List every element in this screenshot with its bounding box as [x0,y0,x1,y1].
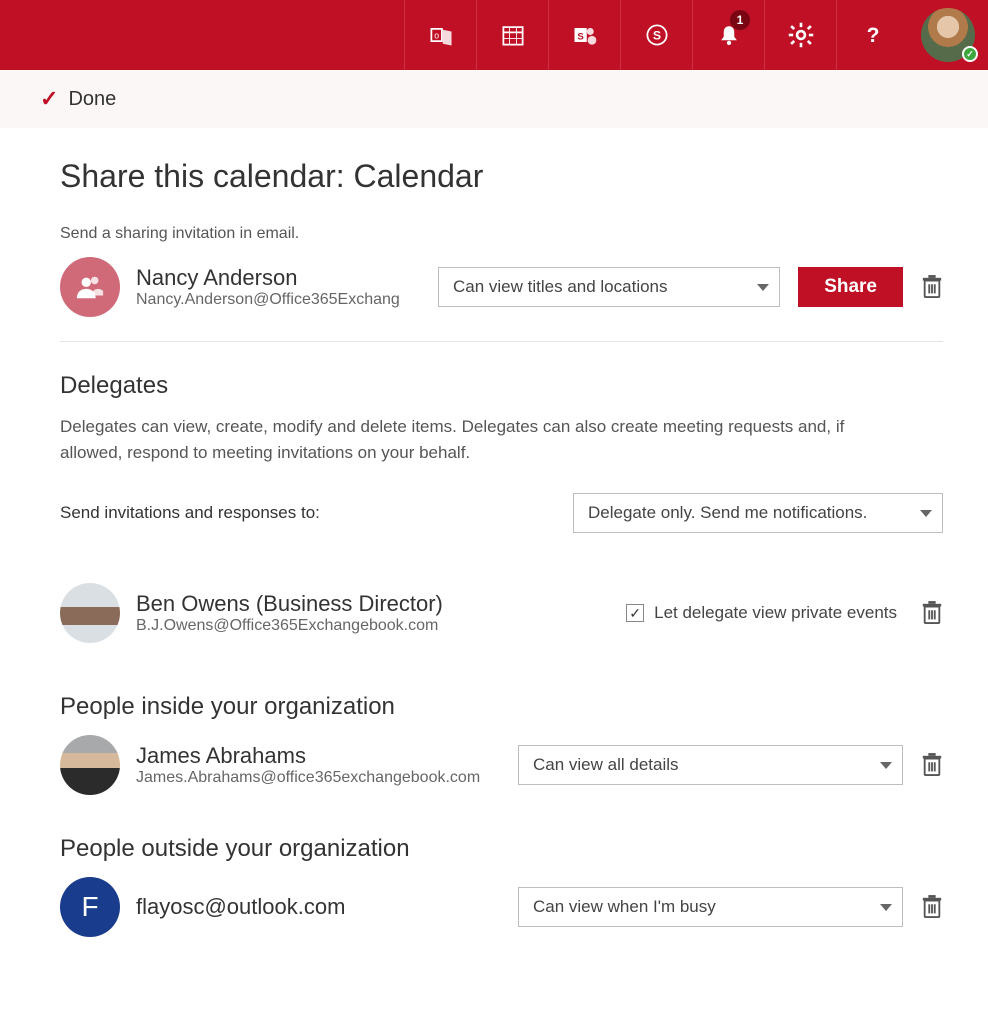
invite-permission-dropdown[interactable]: Can view titles and locations [438,267,780,307]
delete-inside-button[interactable] [921,753,943,777]
top-app-bar: o S S 1 ? [0,0,988,70]
delete-outside-button[interactable] [921,895,943,919]
outside-email: flayosc@outlook.com [136,894,345,920]
check-icon: ✓ [40,86,58,112]
notification-badge: 1 [730,10,750,30]
done-button[interactable]: ✓ Done [0,70,988,128]
delegate-name: Ben Owens (Business Director) [136,591,443,617]
delegates-description: Delegates can view, create, modify and d… [60,414,860,465]
delete-delegate-button[interactable] [921,601,943,625]
avatar [60,583,120,643]
notifications-icon[interactable]: 1 [692,0,764,70]
dropdown-value: Delegate only. Send me notifications. [588,503,867,523]
checkbox-icon: ✓ [626,604,644,622]
inside-org-heading: People inside your organization [60,693,943,721]
checkbox-label: Let delegate view private events [654,603,897,623]
delete-invite-button[interactable] [921,275,943,299]
inside-name: James Abrahams [136,743,480,769]
delegate-send-label: Send invitations and responses to: [60,503,320,523]
dropdown-value: Can view when I'm busy [533,897,716,917]
inside-email: James.Abrahams@office365exchangebook.com [136,769,480,787]
outside-person-row: F flayosc@outlook.com Can view when I'm … [60,877,943,937]
delegate-send-row: Send invitations and responses to: Deleg… [60,493,943,533]
skype-icon[interactable]: S [620,0,692,70]
chevron-down-icon [920,510,932,517]
sharepoint-launcher-icon[interactable]: S [548,0,620,70]
divider [60,341,943,342]
svg-text:S: S [652,28,660,42]
avatar [60,735,120,795]
avatar-initial: F [60,877,120,937]
profile-menu[interactable] [908,0,988,70]
delegate-email: B.J.Owens@Office365Exchangebook.com [136,617,443,635]
help-icon[interactable]: ? [836,0,908,70]
chevron-down-icon [880,904,892,911]
invite-subtext: Send a sharing invitation in email. [60,225,943,243]
svg-text:S: S [577,31,584,42]
private-events-checkbox[interactable]: ✓ Let delegate view private events [626,603,897,623]
chevron-down-icon [757,284,769,291]
delegate-person: Ben Owens (Business Director) B.J.Owens@… [60,583,608,643]
outside-permission-dropdown[interactable]: Can view when I'm busy [518,887,903,927]
invite-email: Nancy.Anderson@Office365Exchang [136,291,400,309]
outside-person: F flayosc@outlook.com [60,877,500,937]
content-area: Share this calendar: Calendar Send a sha… [0,128,988,1017]
chevron-down-icon [880,762,892,769]
settings-gear-icon[interactable] [764,0,836,70]
svg-text:?: ? [866,24,879,47]
calendar-launcher-icon[interactable] [476,0,548,70]
dropdown-value: Can view all details [533,755,679,775]
outside-org-heading: People outside your organization [60,835,943,863]
presence-available-icon [962,46,978,62]
dropdown-value: Can view titles and locations [453,277,668,297]
delegates-heading: Delegates [60,372,943,400]
delegate-send-dropdown[interactable]: Delegate only. Send me notifications. [573,493,943,533]
page-title: Share this calendar: Calendar [60,158,943,195]
inside-person-row: James Abrahams James.Abrahams@office365e… [60,735,943,795]
share-button[interactable]: Share [798,267,903,307]
mail-launcher-icon[interactable]: o [404,0,476,70]
delegate-row: Ben Owens (Business Director) B.J.Owens@… [60,583,943,643]
invite-row: Nancy Anderson Nancy.Anderson@Office365E… [60,257,943,317]
invite-person: Nancy Anderson Nancy.Anderson@Office365E… [60,257,420,317]
svg-text:o: o [434,31,439,41]
done-label: Done [68,88,116,111]
inside-permission-dropdown[interactable]: Can view all details [518,745,903,785]
inside-person: James Abrahams James.Abrahams@office365e… [60,735,500,795]
invite-name: Nancy Anderson [136,265,400,291]
people-icon [60,257,120,317]
